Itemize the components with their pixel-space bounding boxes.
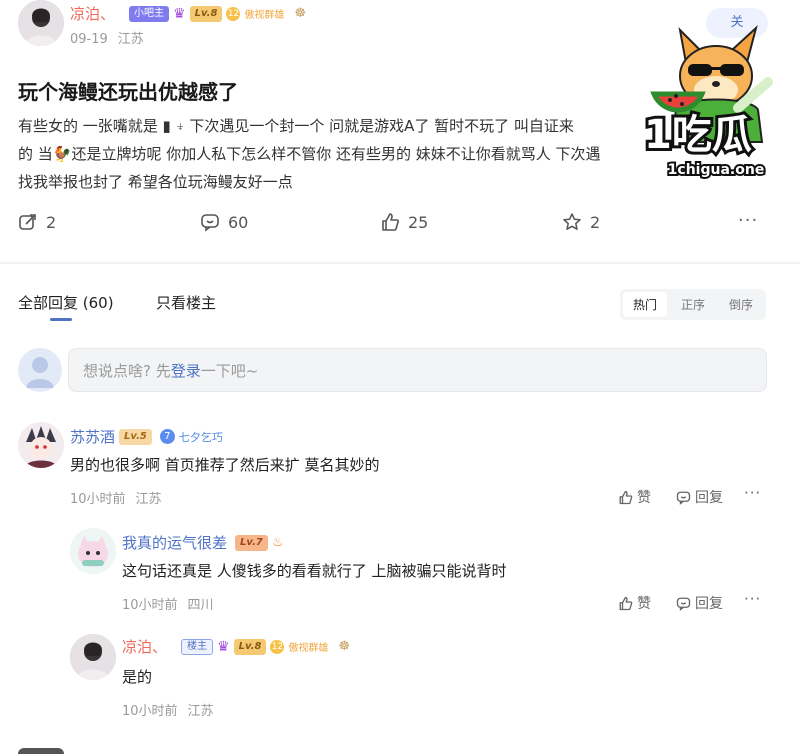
comment-icon <box>201 214 219 232</box>
sort-descending[interactable]: 倒序 <box>719 292 763 317</box>
guest-avatar <box>18 348 62 392</box>
crown-icon: ♛ <box>173 5 186 22</box>
lion-icon: ☸ <box>338 639 351 654</box>
title-tag: 傲视群雄 <box>244 10 285 21</box>
comment-meta: 10小时前 四川 <box>122 598 214 613</box>
thumbs-up-icon <box>619 490 633 504</box>
post-body-line-3: 找我举报也封了 希望各位玩海鳗友好一点 <box>18 173 293 191</box>
thumbs-up-icon <box>382 213 399 231</box>
fire-icon: ♨ <box>271 535 284 550</box>
comment-icon <box>676 491 691 505</box>
lion-icon: ☸ <box>294 6 307 21</box>
comment-text: 是的 <box>122 668 153 686</box>
comment-more-icon[interactable]: ··· <box>744 484 761 502</box>
sort-switch: 热门 正序 倒序 <box>620 289 767 320</box>
watermark-logo: 1吃瓜 1chigua.one <box>640 12 790 184</box>
login-link[interactable]: 登录 <box>171 360 201 381</box>
owner-badge: 小吧主 <box>129 5 170 22</box>
comment-reply-button[interactable]: 回复 <box>676 487 723 507</box>
sort-ascending[interactable]: 正序 <box>671 292 715 317</box>
share-button[interactable]: 2 <box>18 212 56 232</box>
tab-owner-only[interactable]: 只看楼主 <box>156 294 216 312</box>
section-divider <box>0 262 800 264</box>
watermark-brand: 1吃瓜 <box>644 112 752 158</box>
reply-input[interactable]: 想说点啥? 先登录 一下吧~ <box>68 348 767 392</box>
tag-medal-icon: 12 <box>270 639 285 654</box>
post-body-line-2: 的 当🐓还是立牌坊呢 你加人私下怎么样不管你 还有些男的 妹妹不让你看就骂人 下… <box>18 145 601 163</box>
comment-more-icon[interactable]: ··· <box>744 590 761 608</box>
favorite-button[interactable]: 2 <box>562 212 600 232</box>
title-tag: 七夕乞巧 <box>178 430 223 444</box>
commenter-avatar[interactable] <box>18 422 64 468</box>
tab-active-indicator <box>50 318 72 321</box>
crown-icon: ♛ <box>217 638 230 655</box>
tab-all-replies[interactable]: 全部回复 (60) <box>18 294 114 312</box>
watermark-url: 1chigua.one <box>668 162 765 178</box>
level-badge: Lv.8 <box>189 5 223 22</box>
commenter-name[interactable]: 苏苏酒 <box>70 426 115 447</box>
tag-medal-icon: 12 <box>226 6 241 21</box>
share-icon <box>19 214 36 230</box>
comment-like-button[interactable]: 赞 <box>618 593 651 613</box>
commenter-avatar[interactable] <box>70 528 116 574</box>
comment-reply-button[interactable]: 回复 <box>676 593 723 613</box>
post-body-line-1: 有些女的 一张嘴就是 ▮ ⍖ 下次遇见一个封一个 问就是游戏A了 暂时不玩了 叫… <box>18 117 574 135</box>
comment-meta: 10小时前 江苏 <box>122 704 214 719</box>
thumbs-up-icon <box>619 596 633 610</box>
comment-text: 男的也很多啊 首页推荐了然后来扩 莫名其妙的 <box>70 456 380 474</box>
host-badge: 楼主 <box>181 638 214 655</box>
level-badge: Lv.5 <box>119 428 152 445</box>
level-badge: Lv.8 <box>233 638 267 655</box>
comment-like-button[interactable]: 赞 <box>618 487 651 507</box>
commenter-avatar[interactable] <box>70 634 116 680</box>
comment-icon <box>676 597 691 611</box>
post-title: 玩个海鳗还玩出优越感了 <box>18 80 238 104</box>
comment-meta: 10小时前 江苏 <box>70 492 162 507</box>
commenter-name[interactable]: 我真的运气很差 <box>122 532 227 553</box>
author-avatar[interactable] <box>18 0 64 46</box>
author-name[interactable]: 凉泊、 <box>70 3 115 24</box>
commenter-name[interactable]: 凉泊、 <box>122 636 167 657</box>
title-tag: 傲视群雄 <box>288 643 329 654</box>
tag-medal-icon: 7 <box>159 429 175 444</box>
sort-hot[interactable]: 热门 <box>623 292 668 317</box>
level-badge: Lv.7 <box>235 534 268 551</box>
more-options-icon[interactable]: ··· <box>738 210 758 231</box>
post-meta: 09-19 江苏 <box>70 32 144 47</box>
like-button[interactable]: 25 <box>380 212 428 232</box>
comment-button[interactable]: 60 <box>200 212 248 232</box>
star-icon <box>563 213 581 230</box>
next-avatar-partial <box>18 748 64 754</box>
comment-text: 这句话还真是 人傻钱多的看看就行了 上脑被骗只能说背时 <box>122 562 507 580</box>
